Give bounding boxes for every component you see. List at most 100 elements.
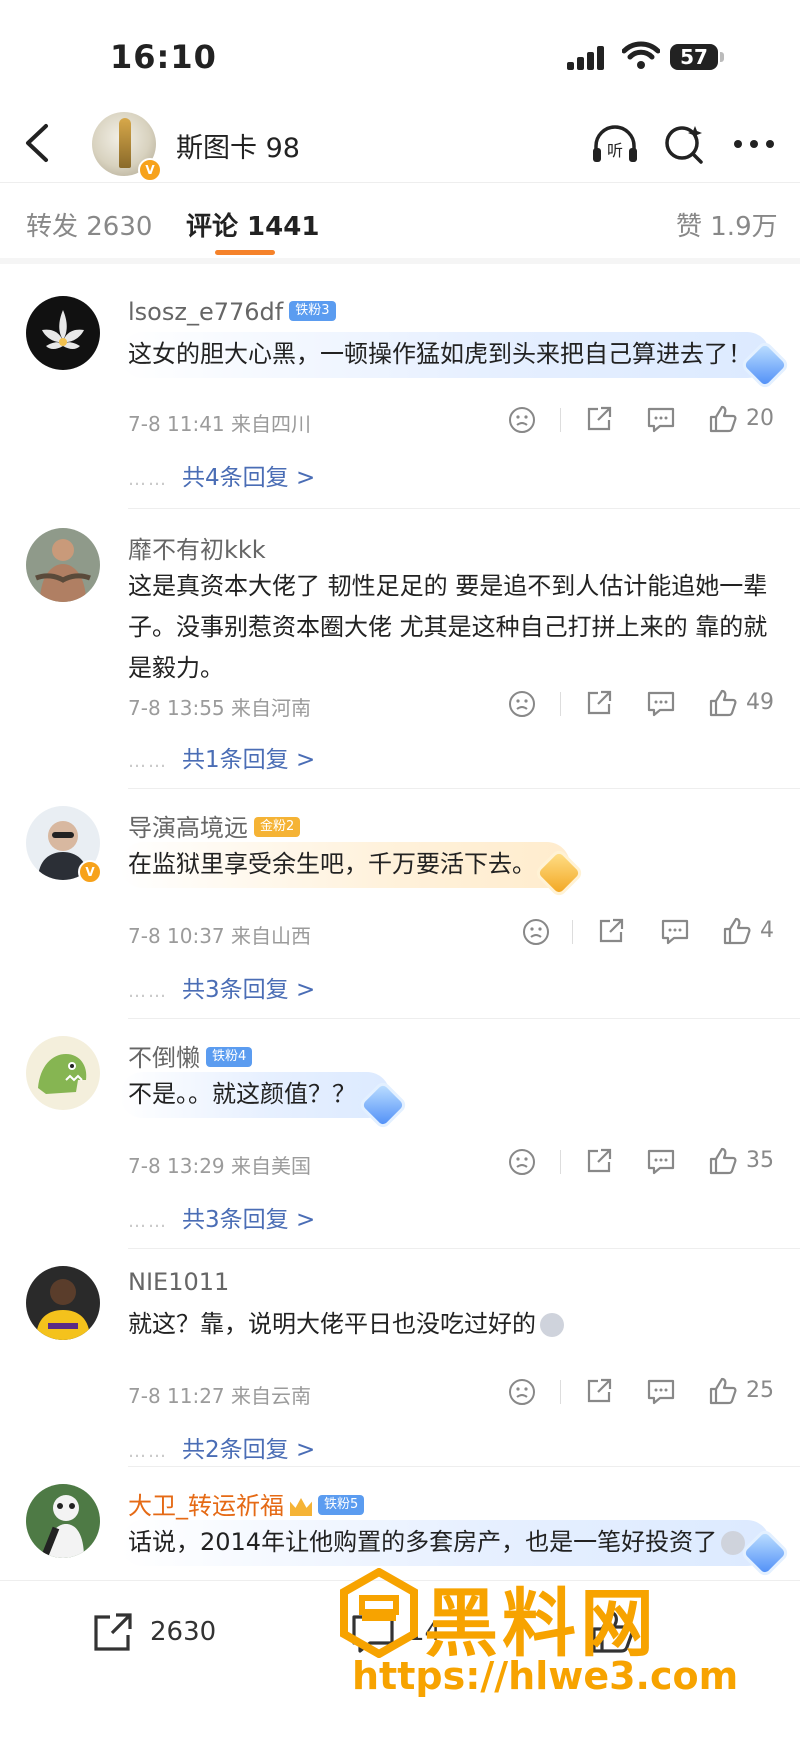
share-icon[interactable] — [596, 916, 626, 946]
tab-reposts[interactable]: 转发 2630 — [26, 206, 152, 243]
share-icon[interactable] — [584, 404, 614, 434]
replies-text: 共4条回复 > — [182, 465, 316, 491]
comment-bubble-icon[interactable] — [660, 918, 690, 946]
comment-meta: 7-8 11:27 来自云南 — [128, 1384, 312, 1408]
comment-text: 就这？靠，说明大佬平日也没吃过好的 — [128, 1304, 778, 1345]
dots-decoration: …… — [128, 469, 168, 490]
repost-count[interactable]: 2630 — [150, 1617, 216, 1647]
author-name[interactable]: 斯图卡 98 — [176, 126, 300, 165]
comment-username[interactable]: 靡不有初kkk — [128, 530, 266, 565]
action-separator — [560, 1380, 561, 1404]
like-count: 25 — [746, 1378, 774, 1403]
like-thumb-icon[interactable] — [708, 404, 738, 434]
username-text: 不倒懒 — [128, 1044, 200, 1072]
dots-decoration: …… — [128, 981, 168, 1002]
user-avatar[interactable] — [26, 528, 100, 602]
view-replies-link[interactable]: …… 共2条回复 > — [128, 1430, 315, 1464]
search-icon[interactable] — [662, 122, 706, 166]
comment-username[interactable]: 导演高境远 金粉2 — [128, 808, 301, 843]
action-separator — [560, 692, 561, 716]
action-separator — [560, 408, 561, 432]
comment-text: 不是。。就这颜值？？ — [128, 1080, 356, 1108]
share-icon[interactable] — [584, 688, 614, 718]
username-text: 大卫_转运祈福 — [128, 1492, 284, 1520]
comment-bubble-icon[interactable] — [646, 1148, 676, 1176]
comment-bubble-icon[interactable] — [646, 690, 676, 718]
comment-text: 这是真资本大佬了 韧性足足的 要是追不到人估计能追她一辈子。没事别惹资本圈大佬 … — [128, 572, 768, 682]
fan-level-badge: 铁粉4 — [206, 1047, 253, 1067]
tab-bar: 转发 2630 评论 1441 赞 1.9万 — [0, 188, 800, 258]
like-count: 20 — [746, 406, 774, 431]
view-replies-link[interactable]: …… 共3条回复 > — [128, 970, 315, 1004]
user-avatar[interactable] — [26, 296, 100, 370]
like-thumb-icon[interactable] — [708, 1146, 738, 1176]
dots-decoration: …… — [128, 1211, 168, 1232]
like-count: 4 — [760, 918, 774, 943]
username-text: 靡不有初kkk — [128, 536, 266, 564]
dots-decoration: …… — [128, 751, 168, 772]
username-text: NIE1011 — [128, 1268, 230, 1296]
comment-username[interactable]: NIE1011 — [128, 1268, 229, 1296]
like-count: 49 — [746, 690, 774, 715]
replies-text: 共2条回复 > — [182, 1437, 316, 1463]
comment-username[interactable]: lsosz_e776df 铁粉3 — [128, 298, 336, 326]
comment-bubble-icon[interactable] — [646, 406, 676, 434]
dots-decoration: …… — [128, 1441, 168, 1462]
fan-level-badge: 铁粉5 — [318, 1495, 365, 1515]
view-replies-link[interactable]: …… 共3条回复 > — [128, 1200, 315, 1234]
watermark-url: https://hlwe3.com — [352, 1654, 739, 1698]
bullet-icon — [119, 118, 131, 168]
share-icon[interactable] — [584, 1146, 614, 1176]
comment-divider — [128, 1018, 800, 1019]
replies-text: 共1条回复 > — [182, 747, 316, 773]
more-menu-icon[interactable] — [732, 134, 776, 154]
listen-headphones-icon[interactable]: 听 — [590, 122, 640, 166]
cellular-signal-icon — [567, 46, 604, 70]
dislike-face-icon[interactable] — [508, 1148, 536, 1176]
share-icon[interactable] — [584, 1376, 614, 1406]
battery-indicator: 57 — [670, 44, 724, 70]
replies-text: 共3条回复 > — [182, 1207, 316, 1233]
username-text: 导演高境远 — [128, 814, 248, 842]
back-arrow-icon[interactable] — [18, 120, 58, 166]
comment-meta: 7-8 13:55 来自河南 — [128, 696, 312, 720]
like-thumb-icon[interactable] — [708, 1376, 738, 1406]
comment-divider — [128, 1248, 800, 1249]
nav-divider — [0, 182, 800, 183]
verified-v-icon: V — [78, 860, 102, 884]
view-replies-link[interactable]: …… 共1条回复 > — [128, 740, 315, 774]
like-count: 35 — [746, 1148, 774, 1173]
user-avatar[interactable] — [26, 1266, 100, 1340]
comment-username[interactable]: 不倒懒 铁粉4 — [128, 1038, 253, 1073]
author-avatar[interactable]: V — [92, 112, 162, 182]
fan-level-badge: 铁粉3 — [289, 301, 336, 321]
user-avatar[interactable] — [26, 1484, 100, 1558]
tab-comments[interactable]: 评论 1441 — [186, 206, 319, 243]
dislike-face-icon[interactable] — [522, 918, 550, 946]
like-thumb-icon[interactable] — [708, 688, 738, 718]
comment-divider — [128, 1466, 800, 1467]
view-replies-link[interactable]: …… 共4条回复 > — [128, 458, 315, 492]
fan-level-badge: 金粉2 — [254, 817, 301, 837]
comment-username[interactable]: 大卫_转运祈福 铁粉5 — [128, 1486, 365, 1521]
tab-likes[interactable]: 赞 1.9万 — [676, 206, 778, 243]
dislike-face-icon[interactable] — [508, 690, 536, 718]
wifi-icon — [622, 41, 660, 69]
user-avatar[interactable] — [26, 1036, 100, 1110]
top-nav-bar: V 斯图卡 98 听 — [0, 108, 800, 182]
comment-text: 在监狱里享受余生吧，千万要活下去。 — [128, 850, 536, 878]
repost-icon[interactable] — [90, 1609, 136, 1655]
dislike-face-icon[interactable] — [508, 1378, 536, 1406]
section-divider — [0, 258, 800, 264]
comment-text: 这女的胆大心黑，一顿操作猛如虎到头来把自己算进去了！ — [128, 340, 752, 368]
comment-text: 话说，2014年让他购置的多套房产，也是一笔好投资了 — [128, 1522, 778, 1563]
dislike-face-icon[interactable] — [508, 406, 536, 434]
comment-meta: 7-8 11:41 来自四川 — [128, 412, 312, 436]
replies-text: 共3条回复 > — [182, 977, 316, 1003]
comment-bubble-icon[interactable] — [646, 1378, 676, 1406]
comment-meta: 7-8 13:29 来自美国 — [128, 1154, 312, 1178]
action-separator — [560, 1150, 561, 1174]
action-separator — [572, 920, 573, 944]
comment-text-content: 话说，2014年让他购置的多套房产，也是一笔好投资了 — [128, 1528, 718, 1556]
like-thumb-icon[interactable] — [722, 916, 752, 946]
